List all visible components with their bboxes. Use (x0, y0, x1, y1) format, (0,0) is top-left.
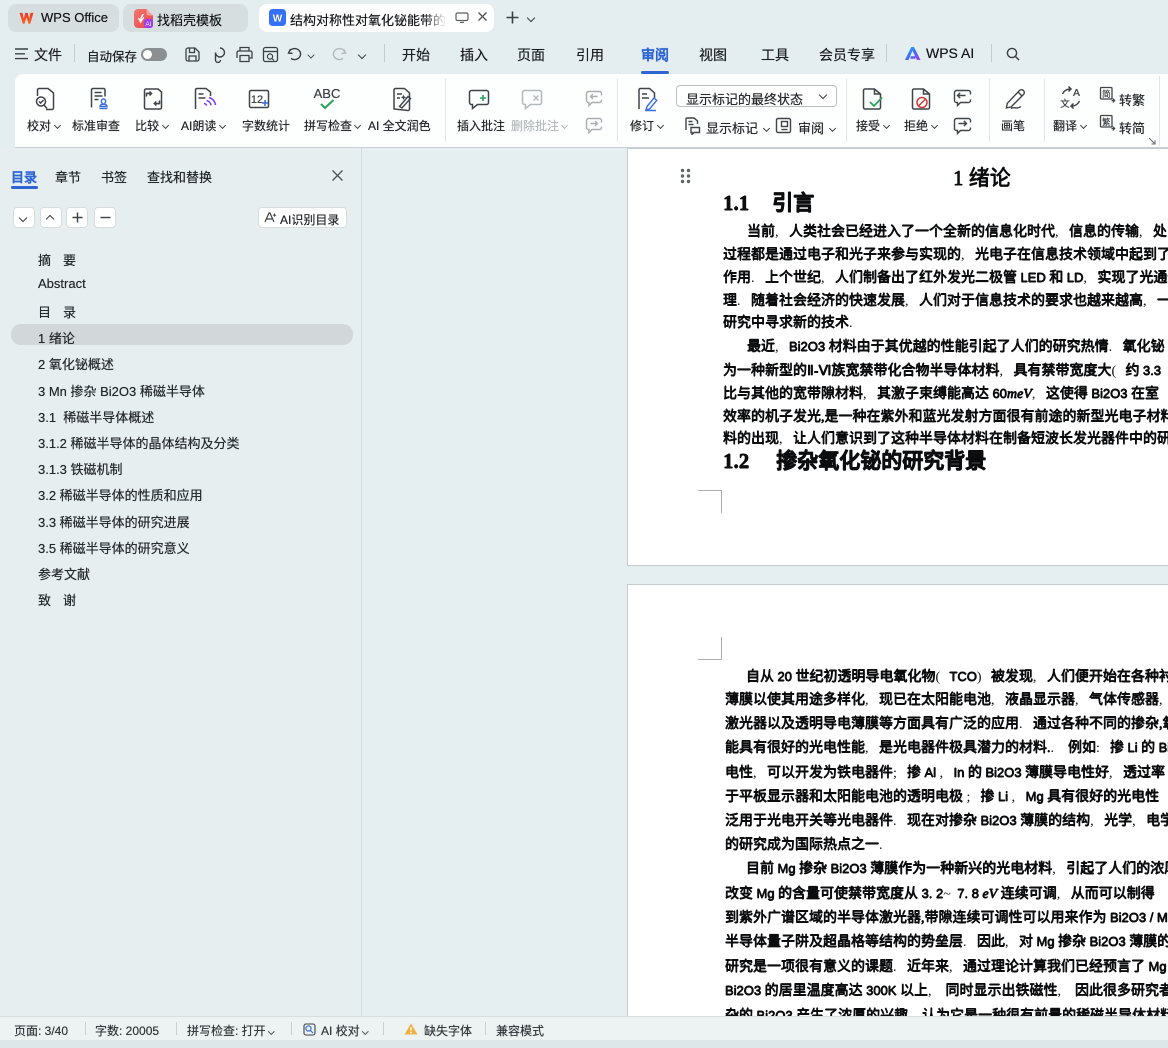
svg-text:文: 文 (1060, 98, 1070, 110)
svg-text:简: 简 (1102, 89, 1111, 99)
svg-text:繁: 繁 (1102, 117, 1111, 127)
svg-text:ABC: ABC (314, 86, 341, 101)
svg-text:A: A (1073, 87, 1080, 99)
svg-text:12: 12 (251, 94, 263, 106)
